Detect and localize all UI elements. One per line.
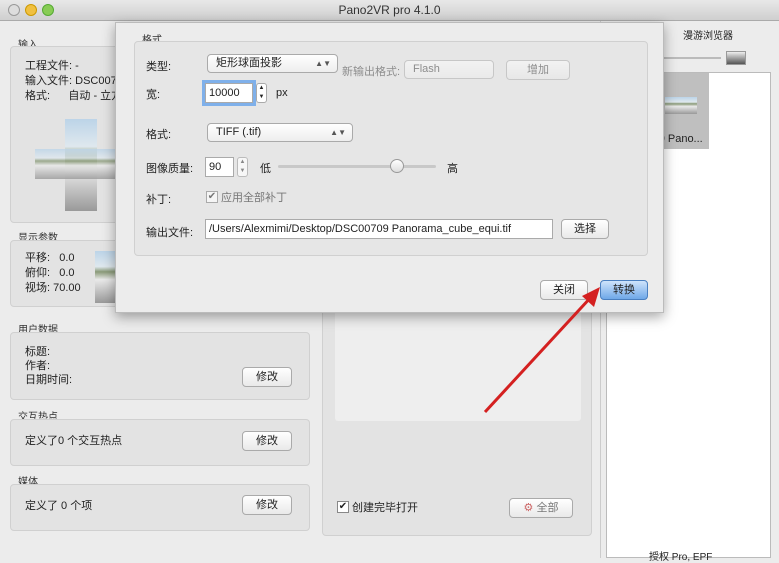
arrow-shaft — [483, 294, 594, 414]
annotation-arrow — [483, 287, 600, 414]
